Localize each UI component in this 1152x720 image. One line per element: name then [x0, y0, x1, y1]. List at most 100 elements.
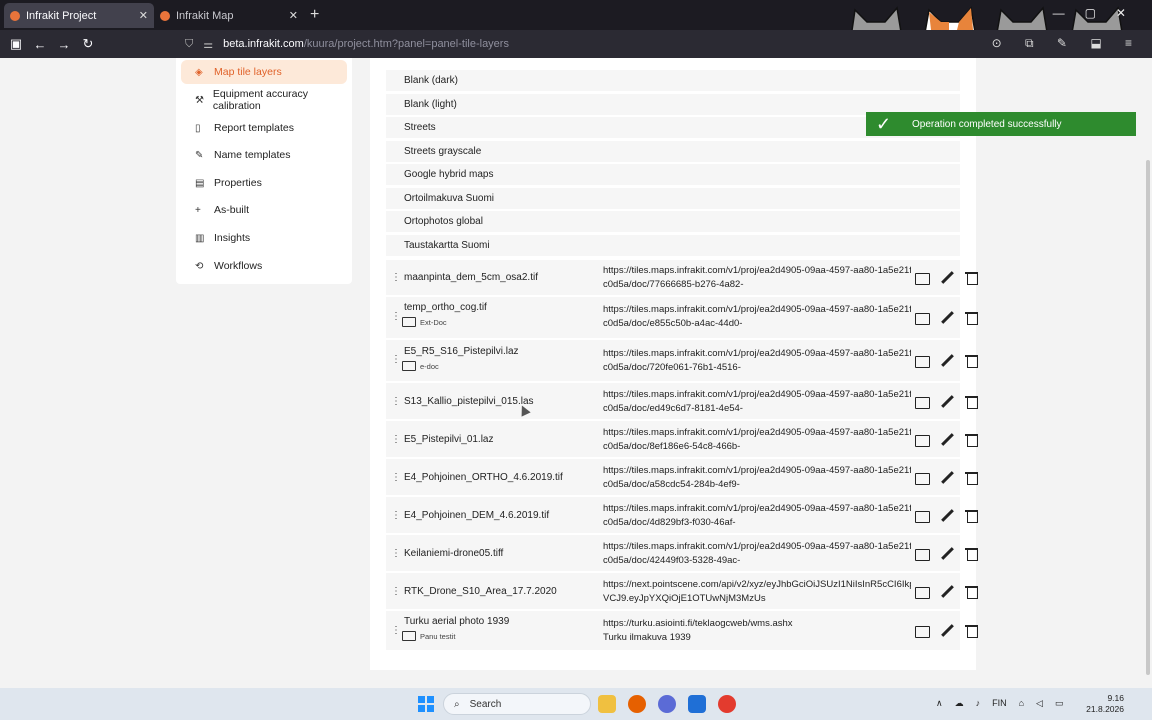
app-icon[interactable]	[658, 695, 676, 713]
custom-layer-row[interactable]: ⋮ E5_R5_S16_Pistepilvi.laz e-doc https:/…	[386, 340, 978, 382]
trash-icon[interactable]	[965, 271, 979, 285]
trash-icon[interactable]	[965, 471, 979, 485]
folder-icon[interactable]	[915, 311, 930, 325]
drag-handle-icon[interactable]: ⋮	[391, 434, 401, 445]
base-layer-row[interactable]: Ortoilmakuva Suomi	[386, 188, 960, 210]
custom-layer-row[interactable]: ⋮ E4_Pohjoinen_DEM_4.6.2019.tif https://…	[386, 497, 978, 534]
base-layer-row[interactable]: Blank (dark)	[386, 70, 960, 92]
battery-icon[interactable]: ▭	[1055, 698, 1064, 709]
volume-icon[interactable]: ◁	[1036, 698, 1043, 709]
url-path: /kuura/project.htm?panel=panel-tile-laye…	[303, 38, 509, 50]
address-bar[interactable]: ⛉ ⚌ beta.infrakit.com /kuura/project.htm…	[185, 34, 845, 54]
folder-icon[interactable]	[915, 585, 930, 599]
folder-icon[interactable]	[915, 624, 930, 638]
base-layer-row[interactable]: Taustakartta Suomi	[386, 235, 960, 257]
taskbar-clock[interactable]: 9.16 21.8.2026	[1086, 693, 1124, 715]
custom-layer-row[interactable]: ⋮ E4_Pohjoinen_ORTHO_4.6.2019.tif https:…	[386, 459, 978, 496]
drag-handle-icon[interactable]: ⋮	[391, 272, 401, 283]
trash-icon[interactable]	[965, 624, 979, 638]
tab-title: Infrakit Project	[26, 9, 97, 22]
layer-name: E4_Pohjoinen_DEM_4.6.2019.tif	[404, 510, 550, 521]
custom-layer-row[interactable]: ⋮ Keilaniemi-drone05.tiff https://tiles.…	[386, 535, 978, 572]
taskbar-search[interactable]: ⌕ Search	[443, 693, 591, 715]
new-tab-button[interactable]: +	[310, 6, 319, 24]
custom-layer-row[interactable]: ⋮ maanpinta_dem_5cm_osa2.tif https://til…	[386, 260, 978, 296]
sidebar-item-insights[interactable]: ▥ Insights	[181, 226, 347, 250]
trash-icon[interactable]	[965, 354, 979, 368]
file-explorer-icon[interactable]	[598, 695, 616, 713]
folder-icon[interactable]	[915, 509, 930, 523]
sidebar-item-report-templates[interactable]: ▯ Report templates	[181, 116, 347, 140]
trash-icon[interactable]	[965, 433, 979, 447]
edit-icon[interactable]	[940, 395, 954, 409]
back-icon[interactable]: ←	[28, 37, 52, 52]
drag-handle-icon[interactable]: ⋮	[391, 510, 401, 521]
close-tab-icon[interactable]: ✕	[289, 9, 298, 22]
drag-handle-icon[interactable]: ⋮	[391, 586, 401, 597]
edit-icon[interactable]	[940, 624, 954, 638]
sidebar-item-workflows[interactable]: ⟲ Workflows	[181, 254, 347, 278]
base-layer-row[interactable]: Streets grayscale	[386, 141, 960, 163]
drag-handle-icon[interactable]: ⋮	[391, 354, 401, 365]
edit-icon[interactable]	[940, 433, 954, 447]
drag-handle-icon[interactable]: ⋮	[391, 625, 401, 636]
edit-icon[interactable]	[940, 509, 954, 523]
chevron-up-icon[interactable]: ∧	[936, 698, 943, 709]
reload-icon[interactable]: ↻	[76, 36, 100, 52]
sidebar-item-as-built[interactable]: + As-built	[181, 198, 347, 222]
tab-infrakit-project[interactable]: Infrakit Project ✕	[4, 3, 154, 28]
network-icon[interactable]: ⌂	[1019, 698, 1024, 709]
folder-icon[interactable]	[915, 271, 930, 285]
firefox-icon[interactable]	[628, 695, 646, 713]
trash-icon[interactable]	[965, 585, 979, 599]
custom-layer-row[interactable]: ⋮ E5_Pistepilvi_01.laz https://tiles.map…	[386, 421, 978, 458]
edit-icon[interactable]	[940, 547, 954, 561]
folder-icon[interactable]	[915, 433, 930, 447]
folder-icon[interactable]	[915, 354, 930, 368]
drag-handle-icon[interactable]: ⋮	[391, 311, 401, 322]
drag-handle-icon[interactable]: ⋮	[391, 472, 401, 483]
language-indicator[interactable]: FIN	[992, 698, 1007, 709]
sidebar-item-equipment-accuracy-calibration[interactable]: ⚒ Equipment accuracy calibration	[181, 88, 347, 112]
forward-icon[interactable]: →	[52, 37, 76, 52]
close-tab-icon[interactable]: ✕	[139, 9, 148, 22]
system-tray[interactable]: ∧ ☁ ♪ FIN ⌂ ◁ ▭	[936, 698, 1063, 709]
drag-handle-icon[interactable]: ⋮	[391, 396, 401, 407]
base-layer-row[interactable]: Google hybrid maps	[386, 164, 960, 186]
edit-icon[interactable]	[940, 354, 954, 368]
base-layer-row[interactable]: Ortophotos global	[386, 211, 960, 233]
trash-icon[interactable]	[965, 395, 979, 409]
page-scrollbar[interactable]	[1146, 160, 1150, 675]
toolbar-icons[interactable]: ⊙ ⧉ ✎ ⬓ ≡	[992, 36, 1142, 51]
folder-icon[interactable]	[915, 547, 930, 561]
trash-icon[interactable]	[965, 509, 979, 523]
trash-icon[interactable]	[965, 311, 979, 325]
trash-icon[interactable]	[965, 547, 979, 561]
edit-icon[interactable]	[940, 271, 954, 285]
sidebar-toggle-icon[interactable]: ▣	[4, 36, 28, 52]
outlook-icon[interactable]	[688, 695, 706, 713]
layer-name: Ortophotos global	[404, 216, 483, 227]
custom-layer-row[interactable]: ⋮ S13_Kallio_pistepilvi_015.las https://…	[386, 383, 978, 420]
folder-icon[interactable]	[915, 471, 930, 485]
chrome-icon[interactable]	[718, 695, 736, 713]
custom-layer-row[interactable]: ⋮ Turku aerial photo 1939 Panu testit ht…	[386, 611, 978, 651]
success-toast[interactable]: ✓ Operation completed successfully	[866, 112, 1136, 136]
drag-handle-icon[interactable]: ⋮	[391, 548, 401, 559]
onedrive-icon[interactable]: ☁	[955, 698, 964, 709]
window-controls[interactable]: —▢✕	[1053, 6, 1146, 20]
microphone-icon[interactable]: ♪	[976, 698, 981, 709]
edit-icon[interactable]	[940, 311, 954, 325]
sidebar-item-map-tile-layers[interactable]: ◈ Map tile layers	[181, 60, 347, 84]
custom-layer-row[interactable]: ⋮ temp_ortho_cog.tif Ext-Doc https://til…	[386, 297, 978, 339]
edit-icon[interactable]	[940, 585, 954, 599]
sidebar-item-properties[interactable]: ▤ Properties	[181, 171, 347, 195]
tab-infrakit-map[interactable]: Infrakit Map ✕	[154, 3, 304, 28]
custom-layer-row[interactable]: ⋮ RTK_Drone_S10_Area_17.7.2020 https://n…	[386, 573, 978, 610]
layer-name: Ortoilmakuva Suomi	[404, 193, 495, 204]
windows-start-icon[interactable]	[418, 696, 434, 712]
folder-icon[interactable]	[915, 395, 930, 409]
sidebar-item-name-templates[interactable]: ✎ Name templates	[181, 143, 347, 167]
edit-icon[interactable]	[940, 471, 954, 485]
properties-icon: ▤	[195, 177, 205, 189]
